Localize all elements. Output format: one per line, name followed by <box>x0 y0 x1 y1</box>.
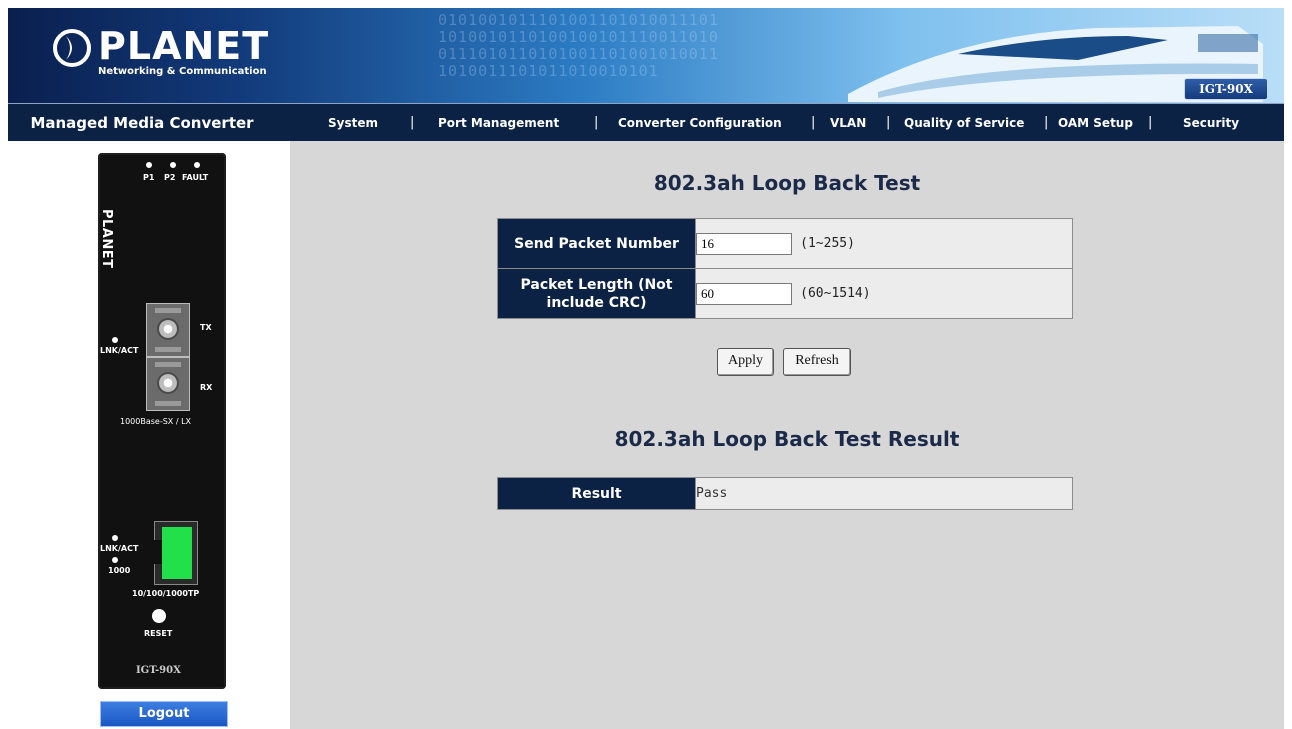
send-packet-label: Send Packet Number <box>497 218 696 269</box>
result-row: Result Pass <box>497 477 1073 510</box>
nav-separator: | <box>410 115 415 130</box>
loopback-result-table: Result Pass <box>497 477 1073 510</box>
model-badge: IGT-90X <box>1184 78 1268 100</box>
fiber-port-label: 1000Base-SX / LX <box>120 417 192 426</box>
tp-port-label: 10/100/1000TP <box>132 589 200 598</box>
device-front-panel: P1 P2 FAULT PLANET TX RX LNK/ACT 1000Bas… <box>98 153 226 689</box>
led-label-p2: P2 <box>164 173 176 182</box>
nav-item-port-management[interactable]: Port Management <box>438 104 559 142</box>
nav-item-system[interactable]: System <box>328 104 378 142</box>
nav-item-security[interactable]: Security <box>1183 104 1239 142</box>
binary-pattern-decoration: 0101001011101001101010011101 10100101101… <box>438 12 719 80</box>
reset-button-icon <box>152 609 166 623</box>
main-content: 802.3ah Loop Back Test Send Packet Numbe… <box>290 141 1284 729</box>
logout-button[interactable]: Logout <box>100 701 228 727</box>
top-nav-bar: Managed Media Converter System | Port Ma… <box>8 103 1284 142</box>
device-model-label: IGT-90X <box>136 665 181 676</box>
tp-speed-led-icon <box>112 557 118 563</box>
brand-tagline: Networking & Communication <box>98 66 267 77</box>
packet-length-cell: (60~1514) <box>695 268 1073 319</box>
fiber-tx-port <box>146 303 190 357</box>
packet-length-label: Packet Length (Not include CRC) <box>497 268 696 319</box>
loopback-test-title: 802.3ah Loop Back Test <box>653 171 921 195</box>
nav-separator: | <box>1044 115 1049 130</box>
send-packet-range: (1~255) <box>800 236 855 251</box>
fiber-link-label: LNK/ACT <box>100 346 139 355</box>
fault-led-icon <box>194 162 200 168</box>
result-value: Pass <box>695 477 1073 510</box>
product-name: Managed Media Converter <box>30 114 254 132</box>
rj45-port <box>154 521 198 585</box>
nav-separator: | <box>594 115 599 130</box>
packet-length-row: Packet Length (Not include CRC) (60~1514… <box>497 268 1073 319</box>
tx-label: TX <box>200 323 212 332</box>
tp-link-led-icon <box>112 535 118 541</box>
nav-item-converter-configuration[interactable]: Converter Configuration <box>618 104 782 142</box>
rx-label: RX <box>200 383 213 392</box>
nav-separator: | <box>1148 115 1153 130</box>
nav-separator: | <box>811 115 816 130</box>
header-banner: 0101001011101001101010011101 10100101101… <box>8 8 1284 103</box>
loopback-result-title: 802.3ah Loop Back Test Result <box>614 427 960 451</box>
led-label-fault: FAULT <box>182 173 209 182</box>
p2-led-icon <box>170 162 176 168</box>
tp-speed-label: 1000 <box>108 566 131 575</box>
send-packet-row: Send Packet Number (1~255) <box>497 218 1073 269</box>
reset-label: RESET <box>144 629 173 638</box>
fiber-link-led-icon <box>112 337 118 343</box>
nav-item-oam-setup[interactable]: OAM Setup <box>1058 104 1133 142</box>
send-packet-cell: (1~255) <box>695 218 1073 269</box>
apply-button[interactable]: Apply <box>717 348 774 376</box>
refresh-button[interactable]: Refresh <box>783 348 851 376</box>
planet-logo-icon <box>53 29 91 67</box>
planet-logo: PLANET Networking & Communication <box>52 24 272 86</box>
loopback-test-form: Send Packet Number (1~255) Packet Length… <box>497 218 1073 319</box>
led-label-p1: P1 <box>143 173 155 182</box>
send-packet-number-input[interactable] <box>696 232 792 255</box>
tp-link-label: LNK/ACT <box>100 544 139 553</box>
nav-separator: | <box>886 115 891 130</box>
nav-item-quality-of-service[interactable]: Quality of Service <box>904 104 1024 142</box>
nav-item-vlan[interactable]: VLAN <box>830 104 866 142</box>
left-panel: P1 P2 FAULT PLANET TX RX LNK/ACT 1000Bas… <box>8 141 290 729</box>
packet-length-input[interactable] <box>696 282 792 305</box>
p1-led-icon <box>146 162 152 168</box>
fiber-rx-port <box>146 357 190 411</box>
brand-name: PLANET <box>98 24 270 68</box>
packet-length-range: (60~1514) <box>800 286 871 301</box>
result-label: Result <box>497 477 696 510</box>
